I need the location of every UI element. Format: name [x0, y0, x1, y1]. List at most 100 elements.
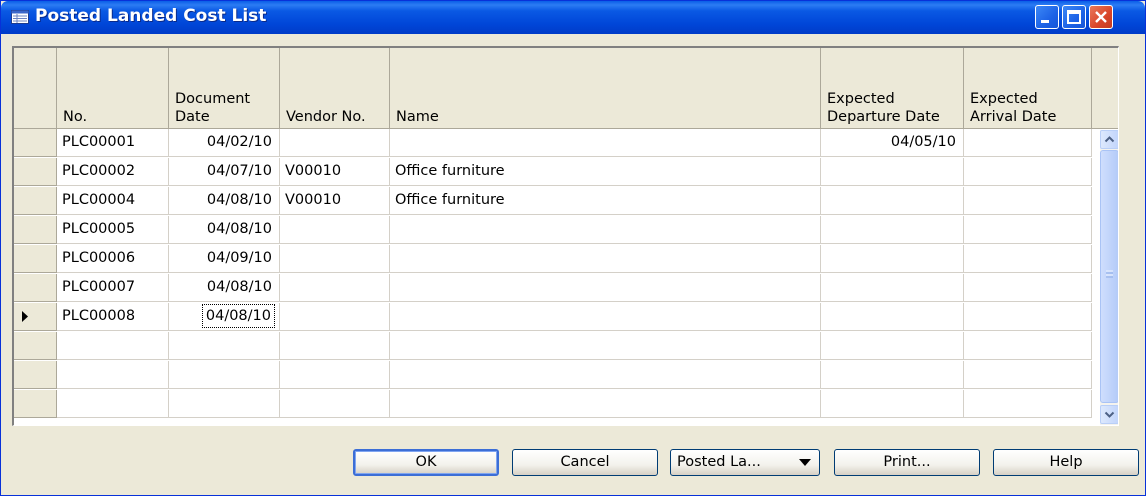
- cell-expected-arrival-date[interactable]: [964, 390, 1092, 418]
- column-header-document-date[interactable]: Document Date: [169, 48, 280, 129]
- cell-vendor-no[interactable]: [280, 216, 390, 244]
- header-filler: [1092, 48, 1118, 129]
- cell-name[interactable]: [390, 332, 821, 360]
- cell-document-date[interactable]: 04/09/10: [169, 245, 280, 273]
- cell-document-date[interactable]: [169, 332, 280, 360]
- row-selector[interactable]: [14, 187, 57, 215]
- cell-document-date-focused[interactable]: 04/08/10: [169, 303, 280, 331]
- column-header-expected-departure-date[interactable]: Expected Departure Date: [821, 48, 964, 129]
- cell-vendor-no[interactable]: [280, 390, 390, 418]
- cell-expected-departure-date[interactable]: [821, 158, 964, 186]
- row-selector[interactable]: [14, 332, 57, 360]
- cell-vendor-no[interactable]: V00010: [280, 158, 390, 186]
- cell-expected-departure-date[interactable]: 04/05/10: [821, 129, 964, 157]
- cell-expected-departure-date[interactable]: [821, 361, 964, 389]
- column-header-vendor-no[interactable]: Vendor No.: [280, 48, 390, 129]
- cell-expected-arrival-date[interactable]: [964, 158, 1092, 186]
- cell-expected-departure-date[interactable]: [821, 390, 964, 418]
- cell-expected-arrival-date[interactable]: [964, 303, 1092, 331]
- column-header-no[interactable]: No.: [57, 48, 169, 129]
- cell-document-date[interactable]: 04/08/10: [169, 187, 280, 215]
- cell-name[interactable]: [390, 129, 821, 157]
- vertical-scrollbar[interactable]: [1100, 130, 1118, 425]
- cell-name[interactable]: [390, 274, 821, 302]
- maximize-button[interactable]: [1062, 5, 1086, 29]
- cell-expected-arrival-date[interactable]: [964, 187, 1092, 215]
- cell-expected-departure-date[interactable]: [821, 303, 964, 331]
- cell-no[interactable]: PLC00008: [57, 303, 169, 331]
- cell-no[interactable]: [57, 361, 169, 389]
- help-button[interactable]: Help: [993, 449, 1139, 476]
- dropdown-arrow-icon: [799, 459, 811, 466]
- cell-no[interactable]: [57, 332, 169, 360]
- posted-landed-cost-menu-button[interactable]: Posted La...: [670, 449, 820, 476]
- cell-name[interactable]: [390, 216, 821, 244]
- list-form-icon: [11, 10, 29, 24]
- close-icon: [1095, 11, 1107, 23]
- print-button[interactable]: Print...: [834, 449, 980, 476]
- cell-expected-arrival-date[interactable]: [964, 216, 1092, 244]
- close-button[interactable]: [1089, 5, 1113, 29]
- focused-cell-value[interactable]: 04/08/10: [201, 304, 275, 328]
- cell-expected-departure-date[interactable]: [821, 274, 964, 302]
- cell-name[interactable]: [390, 303, 821, 331]
- cell-name[interactable]: Office furniture: [390, 187, 821, 215]
- cell-vendor-no[interactable]: [280, 361, 390, 389]
- cell-expected-arrival-date[interactable]: [964, 361, 1092, 389]
- cell-vendor-no[interactable]: [280, 303, 390, 331]
- cell-name[interactable]: [390, 361, 821, 389]
- cell-no[interactable]: PLC00004: [57, 187, 169, 215]
- scroll-up-button[interactable]: [1100, 130, 1118, 149]
- cell-name[interactable]: Office furniture: [390, 158, 821, 186]
- cell-no[interactable]: [57, 390, 169, 418]
- cell-expected-arrival-date[interactable]: [964, 274, 1092, 302]
- cell-vendor-no[interactable]: [280, 245, 390, 273]
- cell-document-date[interactable]: 04/08/10: [169, 274, 280, 302]
- title-bar[interactable]: Posted Landed Cost List: [1, 1, 1145, 34]
- row-pointer-icon: [22, 311, 28, 322]
- cell-vendor-no[interactable]: [280, 274, 390, 302]
- cell-expected-arrival-date[interactable]: [964, 245, 1092, 273]
- cell-expected-arrival-date[interactable]: [964, 332, 1092, 360]
- landed-cost-table: No. Document Date Vendor No. Name Expect…: [12, 46, 1119, 426]
- row-selector[interactable]: [14, 303, 57, 331]
- minimize-button[interactable]: [1035, 5, 1059, 29]
- cell-vendor-no[interactable]: [280, 332, 390, 360]
- row-selector[interactable]: [14, 245, 57, 273]
- scroll-down-button[interactable]: [1100, 405, 1118, 424]
- cell-document-date[interactable]: 04/08/10: [169, 216, 280, 244]
- row-selector[interactable]: [14, 129, 57, 157]
- cell-expected-departure-date[interactable]: [821, 216, 964, 244]
- cell-expected-departure-date[interactable]: [821, 332, 964, 360]
- cell-name[interactable]: [390, 390, 821, 418]
- cell-document-date[interactable]: [169, 390, 280, 418]
- row-selector[interactable]: [14, 361, 57, 389]
- row-selector-header[interactable]: [14, 48, 57, 129]
- row-selector[interactable]: [14, 158, 57, 186]
- cell-expected-departure-date[interactable]: [821, 245, 964, 273]
- cell-vendor-no[interactable]: V00010: [280, 187, 390, 215]
- cell-no[interactable]: PLC00007: [57, 274, 169, 302]
- window-title: Posted Landed Cost List: [35, 6, 267, 26]
- cell-no[interactable]: PLC00001: [57, 129, 169, 157]
- grip-icon: [1106, 270, 1113, 278]
- ok-button[interactable]: OK: [353, 449, 499, 476]
- cell-document-date[interactable]: 04/02/10: [169, 129, 280, 157]
- row-selector[interactable]: [14, 274, 57, 302]
- row-selector[interactable]: [14, 216, 57, 244]
- scrollbar-thumb[interactable]: [1100, 150, 1118, 403]
- cancel-button[interactable]: Cancel: [512, 449, 658, 476]
- cell-document-date[interactable]: 04/07/10: [169, 158, 280, 186]
- cell-name[interactable]: [390, 245, 821, 273]
- cell-vendor-no[interactable]: [280, 129, 390, 157]
- cell-expected-arrival-date[interactable]: [964, 129, 1092, 157]
- minimize-icon: [1041, 20, 1049, 23]
- row-selector[interactable]: [14, 390, 57, 418]
- column-header-name[interactable]: Name: [390, 48, 821, 129]
- cell-document-date[interactable]: [169, 361, 280, 389]
- cell-no[interactable]: PLC00006: [57, 245, 169, 273]
- cell-expected-departure-date[interactable]: [821, 187, 964, 215]
- cell-no[interactable]: PLC00005: [57, 216, 169, 244]
- cell-no[interactable]: PLC00002: [57, 158, 169, 186]
- column-header-expected-arrival-date[interactable]: Expected Arrival Date: [964, 48, 1092, 129]
